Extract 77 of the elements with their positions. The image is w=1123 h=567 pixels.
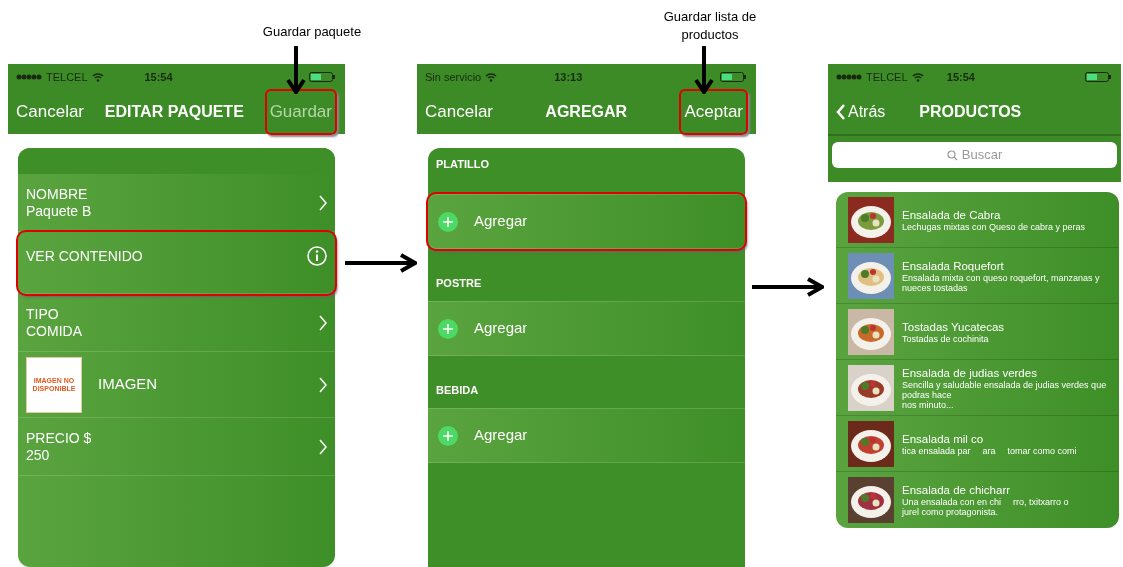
product-title: Ensalada mil co [902, 431, 985, 446]
annotation-label: Guardar paquete [261, 23, 363, 41]
section-header: BEBIDA [436, 382, 479, 398]
product-title: Ensalada de chicharr [902, 483, 1012, 497]
add-row[interactable]: Agregar [428, 408, 745, 463]
row-label: VER CONTENIDO [26, 247, 143, 266]
battery-icon [1085, 72, 1113, 82]
carrier-name: TELCEL [866, 69, 908, 85]
annotation-label: Guardar lista de productos [662, 8, 758, 44]
info-icon [307, 246, 327, 266]
row-label: PRECIO $ [26, 429, 92, 447]
product-description: nos minuto... [902, 399, 954, 410]
product-row[interactable]: Ensalada Roquefort Ensalada mixta con queso roquefort, manzanas y nueces tostadas [836, 248, 1119, 304]
product-row[interactable]: Ensalada de chicharr Una ensalada con en chi rro, txitxarro o jurel como protagonista. [836, 472, 1119, 528]
list-row[interactable]: VER CONTENIDO [18, 232, 335, 294]
section-header: PLATILLO [436, 157, 489, 172]
cancel-button[interactable]: Cancelar [16, 99, 85, 125]
screen-title: AGREGAR [544, 102, 629, 122]
wifi-icon [911, 72, 924, 82]
screen-title: PRODUCTOS [919, 102, 1022, 122]
product-description: Lechugas mixtas con Queso de cabra y peras [902, 221, 1086, 232]
product-description: Tostadas de cochinita [902, 333, 989, 344]
row-label: IMAGEN [98, 374, 158, 395]
status-time: 13:13 [554, 69, 583, 85]
product-title: Ensalada Roquefort [902, 258, 1005, 273]
product-row[interactable]: Ensalada de judias verdes Sencilla y saludable ensalada de judias verdes que podras hace nos minuto... [836, 360, 1119, 416]
status-time: 15:54 [946, 69, 975, 85]
wifi-icon [91, 72, 104, 82]
cancel-button[interactable]: Cancelar [425, 99, 494, 125]
add-row[interactable]: Agregar [428, 194, 745, 249]
list-row[interactable]: PRECIO $ 250 [18, 418, 335, 476]
add-row[interactable]: Agregar [428, 301, 745, 356]
section-header: POSTRE [436, 275, 482, 291]
row-value: COMIDA [26, 322, 82, 340]
chevron-icon [319, 314, 327, 331]
chevron-icon [319, 376, 327, 393]
right-arrow [345, 253, 417, 273]
row-value: 250 [26, 446, 51, 464]
product-title: Ensalada de Cabra [902, 207, 1002, 222]
right-arrow [752, 277, 824, 297]
product-title: Tostadas Yucatecas [902, 319, 1005, 334]
row-label: TIPO [26, 305, 60, 323]
back-button[interactable]: Atrás [836, 100, 886, 124]
chevron-icon [319, 194, 327, 211]
carrier-name: TELCEL [46, 69, 88, 85]
screen-title: EDITAR PAQUETE [103, 102, 245, 122]
product-description: rro, txitxarro o [1013, 497, 1069, 507]
product-description: ara [982, 445, 996, 456]
product-title: Ensalada de judias verdes [902, 365, 1038, 380]
list-row[interactable]: TIPO COMIDA [18, 294, 335, 352]
down-arrow [286, 46, 306, 94]
down-arrow [694, 46, 714, 94]
search-placeholder: Buscar [961, 146, 1003, 165]
back-chevron-icon [836, 104, 846, 120]
carrier-name: Sin servicio [425, 69, 482, 85]
row-value: Paquete B [26, 202, 92, 220]
accept-button[interactable]: Aceptar [679, 89, 748, 135]
list-row[interactable]: NOMBRE Paquete B [18, 174, 335, 232]
product-row[interactable]: Ensalada de Cabra Lechugas mixtas con Queso de cabra y peras [836, 192, 1119, 248]
product-description: jurel como protagonista. [902, 507, 999, 517]
battery-icon [309, 72, 337, 82]
row-label: NOMBRE [26, 185, 89, 203]
search-icon [946, 149, 958, 161]
plus-icon [438, 211, 458, 232]
product-description: tica ensalada par [902, 445, 971, 456]
plus-icon [438, 425, 458, 446]
wifi-icon [485, 72, 498, 82]
search-field[interactable]: Buscar [832, 142, 1117, 168]
chevron-icon [319, 438, 327, 455]
product-description: tomar como comi [1007, 445, 1077, 456]
product-row[interactable]: Tostadas Yucatecas Tostadas de cochinita [836, 304, 1119, 360]
product-row[interactable]: Ensalada mil co tica ensalada par ara tomar como comi [836, 416, 1119, 472]
product-description: Una ensalada con en chi [902, 497, 1002, 507]
battery-icon [720, 72, 748, 82]
plus-icon [438, 318, 458, 339]
status-time: 15:54 [144, 69, 173, 85]
product-description: Ensalada mixta con queso roquefort, manzanas y nueces tostadas [902, 272, 1101, 293]
